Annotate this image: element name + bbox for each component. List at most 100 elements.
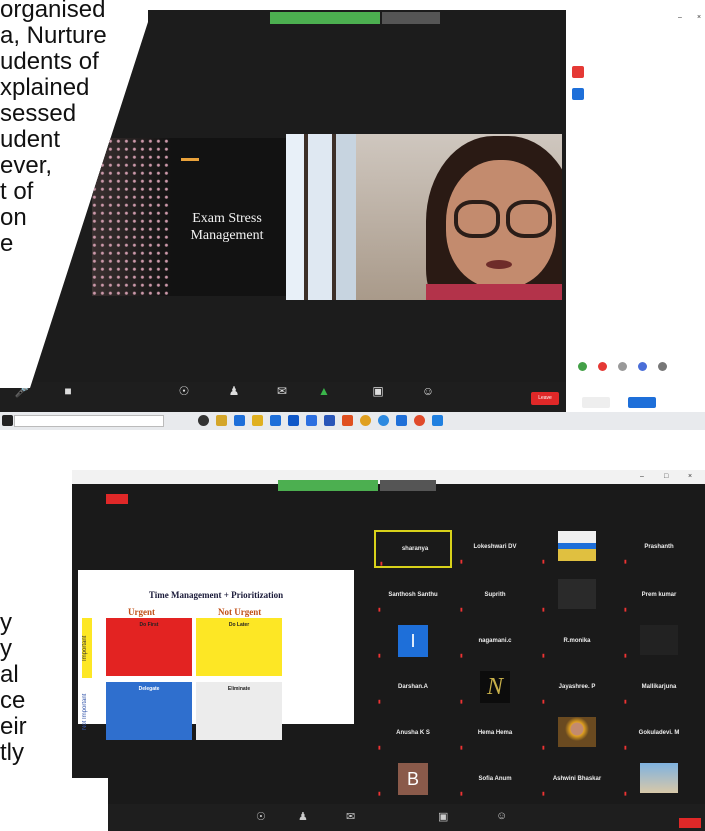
participant-tile[interactable]: ▮	[620, 624, 698, 662]
chrome-icon[interactable]	[360, 415, 371, 426]
reaction-more-icon[interactable]	[658, 362, 667, 371]
chat-icon[interactable]: ✉	[346, 810, 355, 823]
quadrant-heading: Delegate	[138, 686, 160, 692]
muted-mic-icon: ▮	[624, 607, 627, 613]
participant-tile[interactable]: N ▮	[456, 670, 534, 708]
participant-tile[interactable]: Santhosh Santhu ▮	[374, 578, 452, 616]
speaker-glasses-left	[454, 200, 500, 238]
participant-tile[interactable]: Anusha K S ▮	[374, 716, 452, 754]
participant-name: sharanya	[401, 546, 429, 552]
record-icon[interactable]: ▣	[366, 384, 390, 398]
edge-icon[interactable]	[234, 415, 245, 426]
mail-icon[interactable]	[288, 415, 299, 426]
security-icon[interactable]: ☉	[256, 810, 266, 823]
outlook-icon[interactable]	[396, 415, 407, 426]
leave-meeting-button[interactable]: Leave	[531, 392, 559, 405]
participant-name: Santhosh Santhu	[388, 592, 438, 598]
window-minimize-icon[interactable]: –	[640, 470, 644, 484]
participant-video-thumb	[640, 625, 678, 655]
participant-tile[interactable]: Darshan.A ▮	[374, 670, 452, 708]
participant-tile[interactable]: R.monika ▮	[538, 624, 616, 662]
folder-icon[interactable]	[252, 415, 263, 426]
office-icon[interactable]	[342, 415, 353, 426]
record-icon[interactable]: ▣	[438, 810, 448, 823]
panel-close-icon[interactable]: ×	[697, 14, 701, 21]
column-header-urgent: Urgent	[128, 607, 155, 617]
muted-mic-icon: ▮	[378, 607, 381, 613]
participant-tile[interactable]: Prem kumar ▮	[620, 578, 698, 616]
participant-row[interactable]	[572, 66, 702, 80]
reaction-yes-icon[interactable]	[578, 362, 587, 371]
participant-tile[interactable]: Gokuladevi. M ▮	[620, 716, 698, 754]
invite-button[interactable]	[582, 397, 610, 408]
participant-tile[interactable]: ▮	[620, 762, 698, 800]
zoom-screenshot-bottom: – □ × Time Management + Prioritization U…	[0, 470, 705, 831]
speaker-shirt	[426, 284, 562, 300]
zoom-app-icon[interactable]	[378, 415, 389, 426]
view-options-button[interactable]	[382, 12, 440, 24]
participant-tile[interactable]: Hema Hema ▮	[456, 716, 534, 754]
participant-video-thumb	[640, 763, 678, 793]
participant-tile[interactable]: ▮	[538, 530, 616, 568]
reaction-slower-icon[interactable]	[618, 362, 627, 371]
muted-mic-icon: ▮	[460, 745, 463, 751]
participant-tile[interactable]: ▮	[538, 716, 616, 754]
mute-all-button[interactable]	[628, 397, 656, 408]
app-icon[interactable]	[414, 415, 425, 426]
shared-slide-exam-stress: Exam Stress Management	[92, 138, 287, 296]
participant-tile[interactable]: B ▮	[374, 762, 452, 800]
participant-tile[interactable]: ▮	[538, 578, 616, 616]
word-icon[interactable]	[324, 415, 335, 426]
participant-tile[interactable]: nagamani.c ▮	[456, 624, 534, 662]
participant-tile[interactable]: Ashwini Bhaskar ▮	[538, 762, 616, 800]
shared-slide-time-management: Time Management + Prioritization Urgent …	[78, 570, 354, 740]
recording-badge	[106, 494, 128, 504]
participant-tile[interactable]: Prashanth ▮	[620, 530, 698, 568]
zoom-screenshot-top: Exam Stress Management 🎤 ■ ☉ ♟ ✉ ▲ ▣ ☺ L…	[0, 0, 705, 430]
security-icon[interactable]: ☉	[172, 384, 196, 398]
quadrant-heading: Do First	[139, 622, 159, 628]
sharing-status-pill	[278, 480, 378, 491]
reactions-icon[interactable]: ☺	[416, 384, 440, 398]
muted-mic-icon: ▮	[378, 699, 381, 705]
mic-icon[interactable]: 🎤	[10, 384, 34, 398]
muted-mic-icon: ▮	[542, 653, 545, 659]
reaction-no-icon[interactable]	[598, 362, 607, 371]
reactions-icon[interactable]: ☺	[496, 810, 507, 822]
participant-tile[interactable]: Sofia Anum ▮	[456, 762, 534, 800]
windows-start-icon[interactable]	[2, 415, 13, 426]
taskview-icon[interactable]	[198, 415, 209, 426]
participant-video-thumb	[558, 531, 596, 561]
window-maximize-icon[interactable]: □	[664, 470, 668, 484]
search-input[interactable]	[14, 415, 164, 427]
zoom-window-top: Exam Stress Management 🎤 ■ ☉ ♟ ✉ ▲ ▣ ☺ L…	[0, 0, 705, 430]
share-screen-icon[interactable]: ▲	[312, 384, 336, 398]
participant-tile[interactable]: Mallikarjuna ▮	[620, 670, 698, 708]
panel-minimize-icon[interactable]: –	[678, 14, 682, 21]
participant-tile[interactable]: Lokeshwari DV ▮	[456, 530, 534, 568]
participant-name: Prem kumar	[641, 592, 677, 598]
speaker-video	[286, 134, 562, 300]
explorer-icon[interactable]	[216, 415, 227, 426]
teams-icon[interactable]	[432, 415, 443, 426]
store-icon[interactable]	[270, 415, 281, 426]
sharing-banner	[278, 480, 436, 491]
dropbox-icon[interactable]	[306, 415, 317, 426]
view-options-button[interactable]	[380, 480, 436, 491]
reaction-faster-icon[interactable]	[638, 362, 647, 371]
window-close-icon[interactable]: ×	[688, 470, 692, 484]
participant-name: Darshan.A	[397, 684, 428, 690]
participant-row[interactable]	[572, 88, 702, 102]
chat-icon[interactable]: ✉	[270, 384, 294, 398]
speaker-mouth	[486, 260, 512, 269]
end-meeting-button[interactable]	[679, 818, 701, 828]
participant-tile[interactable]: sharanya ▮	[374, 530, 452, 568]
muted-mic-icon: ▮	[624, 791, 627, 797]
participant-tile[interactable]: Jayashree. P ▮	[538, 670, 616, 708]
participant-tile[interactable]: I ▮	[374, 624, 452, 662]
participants-icon[interactable]: ♟	[222, 384, 246, 398]
participant-tile[interactable]: Suprith ▮	[456, 578, 534, 616]
video-icon[interactable]: ■	[56, 384, 80, 398]
muted-mic-icon: ▮	[542, 699, 545, 705]
participants-icon[interactable]: ♟	[298, 810, 308, 823]
